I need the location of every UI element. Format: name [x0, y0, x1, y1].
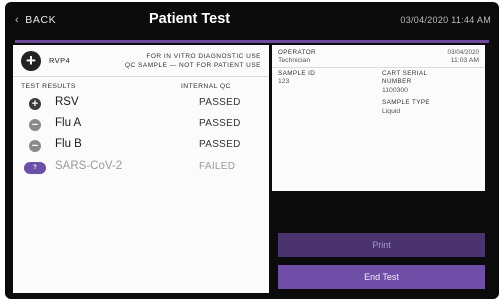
column-header-internal-qc: INTERNAL QC: [181, 83, 231, 90]
result-name: Flu A: [55, 117, 82, 129]
page-title: Patient Test: [149, 11, 231, 27]
usage-notice-line-1: FOR IN VITRO DIAGNOSTIC USE: [146, 53, 261, 60]
back-button[interactable]: ‹ BACK: [15, 14, 56, 26]
qc-status: FAILED: [199, 161, 236, 172]
test-date: 03/04/2020: [447, 49, 479, 56]
operator-label: OPERATOR: [278, 49, 316, 56]
result-row-sars-cov-2: ? SARS-CoV-2 FAILED: [13, 159, 269, 177]
back-label: BACK: [25, 14, 57, 26]
test-info-panel: OPERATOR Technician 03/04/2020 11:03 AM …: [272, 45, 485, 191]
minus-icon: −: [29, 140, 41, 152]
test-time: 11:03 AM: [450, 57, 479, 64]
print-button[interactable]: Print: [278, 233, 485, 257]
result-name: RSV: [55, 96, 79, 108]
result-row-flu-a: − Flu A PASSED: [13, 116, 269, 134]
result-row-flu-b: − Flu B PASSED: [13, 137, 269, 155]
column-header-test-results: TEST RESULTS: [21, 83, 76, 90]
sample-id-value: 123: [278, 78, 290, 85]
plus-icon: +: [21, 51, 41, 71]
sample-id-label: SAMPLE ID: [278, 70, 316, 77]
sample-type-label: SAMPLE TYPE: [382, 99, 431, 106]
usage-notice: FOR IN VITRO DIAGNOSTIC USE QC SAMPLE — …: [125, 52, 261, 70]
panel-name: RVP4: [49, 56, 71, 65]
results-card: + RVP4 FOR IN VITRO DIAGNOSTIC USE QC SA…: [13, 45, 269, 293]
datetime-readout: 03/04/2020 11:44 AM: [400, 15, 491, 25]
panel-header: + RVP4 FOR IN VITRO DIAGNOSTIC USE QC SA…: [13, 45, 269, 77]
operator-value: Technician: [278, 57, 311, 64]
chevron-left-icon: ‹: [15, 14, 20, 26]
failed-badge-icon: ?: [24, 162, 46, 174]
qc-status: PASSED: [199, 97, 241, 108]
qc-status: PASSED: [199, 139, 241, 150]
usage-notice-line-2: QC SAMPLE — NOT FOR PATIENT USE: [124, 62, 261, 69]
qc-status: PASSED: [199, 118, 241, 129]
result-name: SARS-CoV-2: [55, 160, 123, 172]
plus-icon: +: [29, 98, 41, 110]
result-name: Flu B: [55, 138, 82, 150]
cart-serial-label: CART SERIAL NUMBER: [382, 70, 428, 85]
header-bar: ‹ BACK Patient Test 03/04/2020 11:44 AM: [5, 2, 499, 40]
sample-type-value: Liquid: [382, 108, 401, 115]
cart-serial-value: 1100300: [382, 87, 408, 94]
end-test-button[interactable]: End Test: [278, 265, 485, 289]
divider: [272, 67, 485, 68]
header-accent-bar: [15, 40, 489, 43]
result-row-rsv: + RSV PASSED: [13, 95, 269, 113]
minus-icon: −: [29, 119, 41, 131]
